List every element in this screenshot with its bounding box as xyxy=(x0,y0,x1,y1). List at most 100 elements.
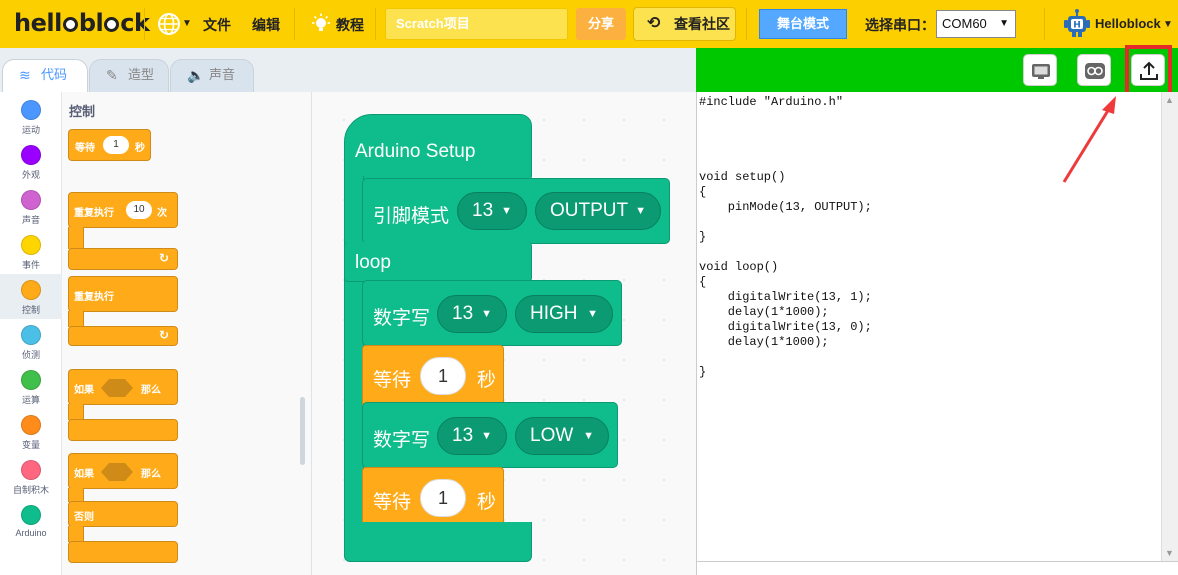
block-label: 等待 xyxy=(373,370,412,391)
palette-if-then-block[interactable]: 如果 那么 xyxy=(68,369,178,405)
block-label: 等待 xyxy=(75,143,95,154)
category-label: 事件 xyxy=(21,260,40,270)
block-label: 重复执行 xyxy=(74,208,114,219)
serial-monitor-icon xyxy=(1032,64,1050,79)
editor-tabs: ≋ 代码 ✎ 造型 🔈 声音 xyxy=(0,48,696,93)
category-control[interactable]: 控制 xyxy=(0,274,62,319)
share-button[interactable]: 分享 xyxy=(576,8,626,40)
boolean-slot[interactable] xyxy=(101,379,133,397)
category-motion[interactable]: 运动 xyxy=(0,94,62,139)
chevron-down-icon: ▼ xyxy=(481,430,492,442)
pin-dropdown[interactable]: 13 ▼ xyxy=(437,417,507,455)
category-variables[interactable]: 变量 xyxy=(0,409,62,454)
code-line: { xyxy=(699,185,707,199)
palette-repeat-block[interactable]: 重复执行 10 次 xyxy=(68,192,178,228)
dropdown-value: 13 xyxy=(452,303,474,324)
category-dot xyxy=(21,505,41,525)
category-dot xyxy=(21,190,41,210)
block-c-arm xyxy=(68,404,84,420)
script-workspace[interactable]: Arduino Setup 引脚模式 13 ▼ OUTPUT ▼ loop 数字写 … xyxy=(312,92,696,575)
tab-code[interactable]: ≋ 代码 xyxy=(2,59,88,93)
category-arduino[interactable]: Arduino xyxy=(0,499,62,544)
block-number-input[interactable]: 10 xyxy=(126,201,152,219)
menu-tutorial[interactable]: 教程 xyxy=(336,15,364,35)
tab-sounds[interactable]: 🔈 声音 xyxy=(170,59,254,92)
menu-file[interactable]: 文件 xyxy=(203,15,231,35)
digital-write-block[interactable]: 数字写 13 ▼ HIGH ▼ xyxy=(362,280,622,346)
boolean-slot[interactable] xyxy=(101,463,133,481)
brush-icon: ✎ xyxy=(106,67,118,83)
code-scrollbar[interactable] xyxy=(1161,92,1178,562)
tab-costumes-label: 造型 xyxy=(128,67,155,82)
block-c-bottom: ↻ xyxy=(68,326,178,346)
category-dot xyxy=(21,415,41,435)
category-label: Arduino xyxy=(15,528,47,538)
serial-monitor-button[interactable] xyxy=(1023,54,1057,86)
pin-mode-block[interactable]: 引脚模式 13 ▼ OUTPUT ▼ xyxy=(362,178,670,244)
user-name[interactable]: Helloblock xyxy=(1095,16,1161,31)
category-operators[interactable]: 运算 xyxy=(0,364,62,409)
logo[interactable]: hell bl ck xyxy=(14,9,150,37)
code-line: } xyxy=(699,365,707,379)
code-panel-toolbar xyxy=(696,48,1178,92)
palette-scrollbar[interactable] xyxy=(300,397,305,465)
chevron-down-icon: ▼ xyxy=(635,205,646,217)
code-line: void loop() xyxy=(699,260,779,274)
block-label: Arduino Setup xyxy=(355,141,476,162)
level-dropdown[interactable]: HIGH ▼ xyxy=(515,295,613,333)
chevron-down-icon: ▼ xyxy=(501,205,512,217)
block-number-input[interactable]: 1 xyxy=(103,136,129,154)
block-label: 如果 xyxy=(74,385,94,396)
arduino-ide-button[interactable] xyxy=(1077,54,1111,86)
block-c-arm xyxy=(68,488,84,502)
stage-mode-button[interactable]: 舞台模式 xyxy=(759,9,847,39)
palette-title: 控制 xyxy=(69,104,96,119)
pin-dropdown[interactable]: 13 ▼ xyxy=(457,192,527,230)
code-line: void setup() xyxy=(699,170,786,184)
divider xyxy=(375,8,376,40)
dropdown-value: 13 xyxy=(452,425,474,446)
category-dot xyxy=(21,100,41,120)
palette-wait-block[interactable]: 等待 1 秒 xyxy=(68,129,151,161)
scroll-down-icon[interactable]: ▼ xyxy=(1165,548,1174,558)
project-title-input[interactable]: Scratch项目 xyxy=(385,8,568,40)
scroll-up-icon[interactable]: ▲ xyxy=(1165,95,1174,105)
tab-costumes[interactable]: ✎ 造型 xyxy=(89,59,169,92)
code-line: delay(1*1000); xyxy=(699,335,829,349)
category-label: 控制 xyxy=(21,305,40,315)
code-line: digitalWrite(13, 1); xyxy=(699,290,872,304)
block-c-bottom: ↻ xyxy=(68,248,178,270)
tab-code-label: 代码 xyxy=(41,67,68,82)
chevron-down-icon: ▼ xyxy=(587,308,598,320)
wait-block[interactable]: 等待 1 秒 xyxy=(362,345,504,409)
block-label: 重复执行 xyxy=(74,292,114,303)
robot-avatar-icon[interactable]: H xyxy=(1062,9,1092,39)
serial-port-select[interactable]: COM60 ▼ xyxy=(936,10,1016,38)
globe-icon[interactable] xyxy=(157,12,181,36)
seconds-input[interactable]: 1 xyxy=(420,357,466,395)
code-line: delay(1*1000); xyxy=(699,305,829,319)
pin-dropdown[interactable]: 13 ▼ xyxy=(437,295,507,333)
seconds-input[interactable]: 1 xyxy=(420,479,466,517)
menu-edit[interactable]: 编辑 xyxy=(252,15,280,35)
chevron-down-icon[interactable]: ▼ xyxy=(1163,19,1173,30)
category-events[interactable]: 事件 xyxy=(0,229,62,274)
category-label: 变量 xyxy=(21,440,40,450)
block-label: 如果 xyxy=(74,469,94,480)
arduino-setup-hat[interactable]: Arduino Setup xyxy=(344,114,532,180)
palette-forever-block[interactable]: 重复执行 xyxy=(68,276,178,312)
loop-section: loop xyxy=(344,242,532,282)
category-looks[interactable]: 外观 xyxy=(0,139,62,184)
chevron-down-icon[interactable]: ▼ xyxy=(182,18,192,29)
category-my-blocks[interactable]: 自制积木 xyxy=(0,454,62,499)
mode-dropdown[interactable]: OUTPUT ▼ xyxy=(535,192,661,230)
category-sound[interactable]: 声音 xyxy=(0,184,62,229)
digital-write-block[interactable]: 数字写 13 ▼ LOW ▼ xyxy=(362,402,618,468)
palette-if-else-block[interactable]: 如果 那么 xyxy=(68,453,178,489)
dropdown-value: HIGH xyxy=(530,303,578,324)
category-sensing[interactable]: 侦测 xyxy=(0,319,62,364)
see-community-button[interactable]: ⟲ 查看社区 xyxy=(633,7,736,41)
code-line: #include "Arduino.h" xyxy=(699,95,844,109)
arduino-icon xyxy=(1085,63,1105,79)
level-dropdown[interactable]: LOW ▼ xyxy=(515,417,609,455)
